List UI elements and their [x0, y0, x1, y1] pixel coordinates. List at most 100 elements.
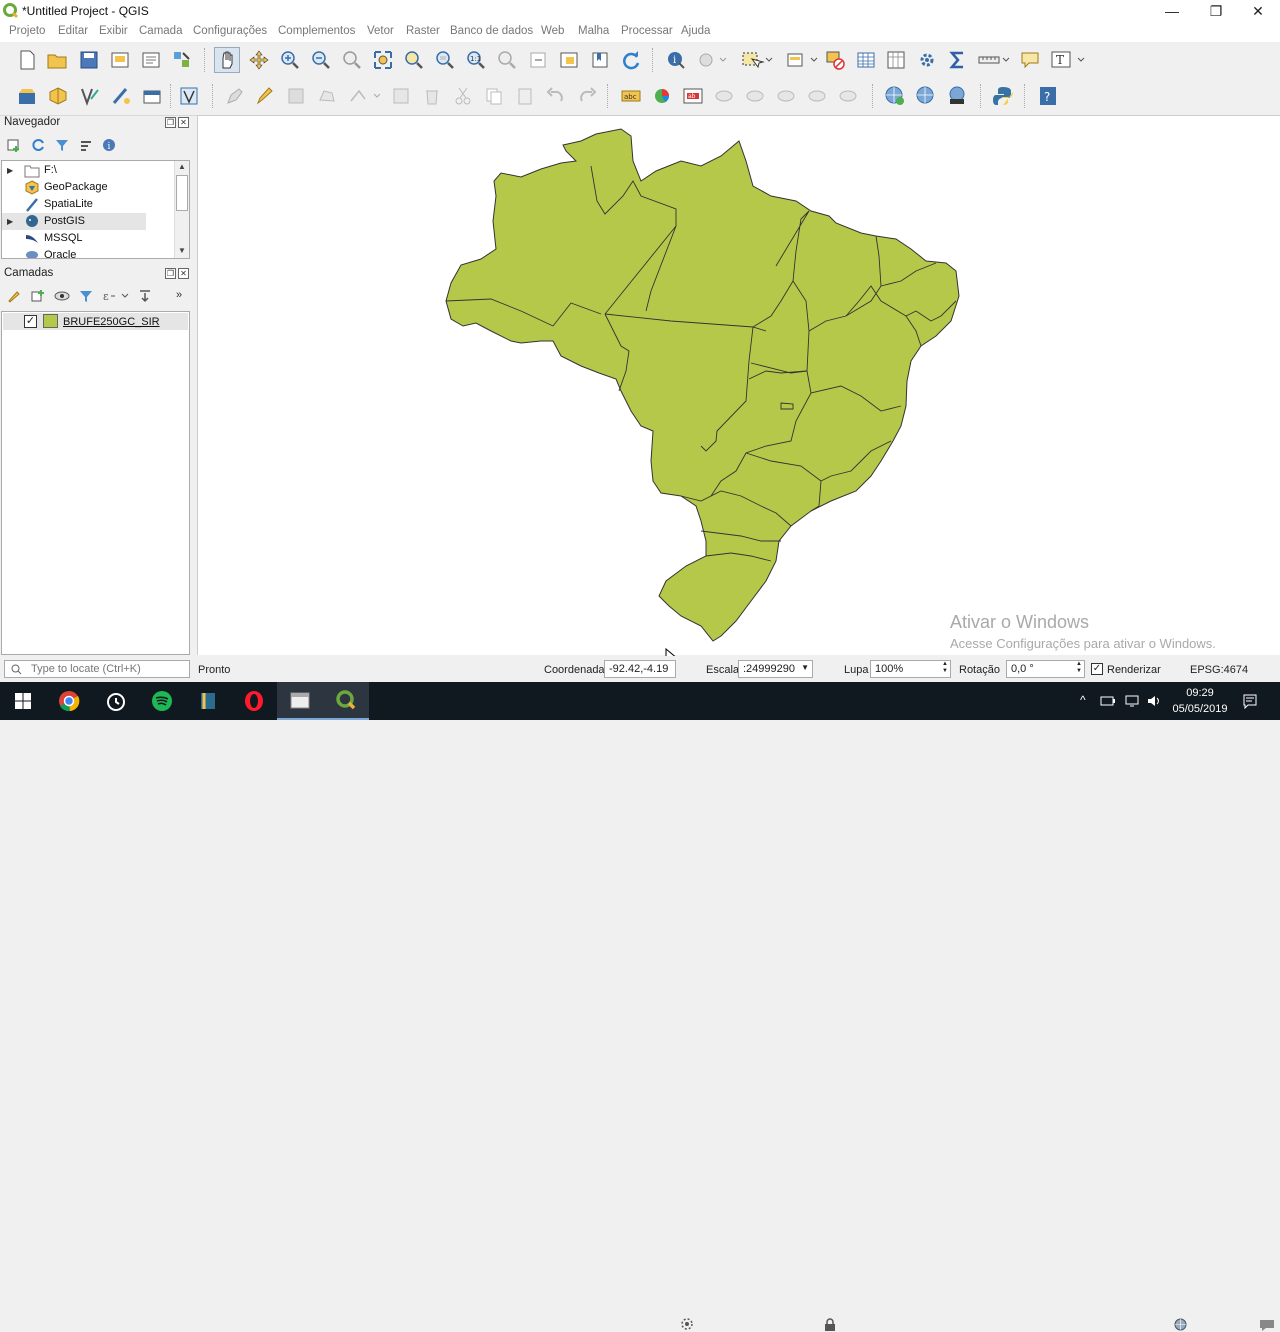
- restore-button[interactable]: ❐: [1194, 0, 1238, 22]
- save-project-icon[interactable]: [76, 47, 102, 73]
- refresh-icon[interactable]: [618, 47, 644, 73]
- lock-scale-icon[interactable]: [824, 1318, 836, 1332]
- more-tools-icon[interactable]: »: [176, 289, 182, 301]
- battery-icon[interactable]: [1100, 694, 1116, 708]
- menu-banco-de-dados[interactable]: Banco de dados: [450, 25, 533, 37]
- menu-camada[interactable]: Camada: [139, 25, 182, 37]
- enable-properties-icon[interactable]: i: [101, 137, 117, 153]
- diagram-options-icon[interactable]: [649, 83, 675, 109]
- scroll-down-icon[interactable]: ▼: [178, 246, 186, 255]
- zoom-native-icon[interactable]: 1:1: [463, 47, 489, 73]
- rotate-label-icon[interactable]: [804, 83, 830, 109]
- clock-app-icon[interactable]: [93, 682, 139, 720]
- tree-item-f-drive[interactable]: ▶ F:\: [2, 162, 146, 179]
- new-project-icon[interactable]: [14, 47, 40, 73]
- collapse-all-icon[interactable]: [78, 137, 94, 153]
- add-polygon-icon[interactable]: [314, 83, 340, 109]
- text-annotation-icon[interactable]: T: [1048, 47, 1090, 73]
- spotify-icon[interactable]: [139, 682, 185, 720]
- menu-raster[interactable]: Raster: [406, 25, 440, 37]
- windows-start-icon[interactable]: [0, 682, 46, 720]
- manage-map-themes-icon[interactable]: [54, 288, 70, 304]
- menu-configuracoes[interactable]: Configurações: [193, 25, 267, 37]
- new-geopackage-icon[interactable]: [45, 83, 71, 109]
- open-layer-styling-icon[interactable]: [6, 288, 22, 304]
- app-icon[interactable]: [185, 682, 231, 720]
- python-console-icon[interactable]: [990, 83, 1016, 109]
- browser-tree[interactable]: ▶ F:\ GeoPackage SpatiaLite ▶ PostGIS MS…: [1, 160, 190, 259]
- add-group-icon[interactable]: [30, 288, 46, 304]
- zoom-last-icon[interactable]: [494, 47, 520, 73]
- undo-icon[interactable]: [543, 83, 569, 109]
- modify-attributes-icon[interactable]: [388, 83, 414, 109]
- open-project-icon[interactable]: [44, 47, 70, 73]
- scale-combobox[interactable]: :24999290 ▼: [738, 660, 813, 678]
- float-panel-button[interactable]: ❐: [165, 268, 176, 279]
- close-panel-button[interactable]: ✕: [178, 268, 189, 279]
- copy-features-icon[interactable]: [481, 83, 507, 109]
- pan-map-icon[interactable]: [214, 47, 240, 73]
- bookmarks-icon[interactable]: [587, 47, 613, 73]
- filter-by-expression-icon[interactable]: ε: [102, 288, 130, 304]
- zoom-to-selection-icon[interactable]: [401, 47, 427, 73]
- brazil-states-map[interactable]: [198, 116, 1280, 656]
- render-checkbox[interactable]: ✓: [1091, 663, 1103, 675]
- paste-features-icon[interactable]: [512, 83, 538, 109]
- add-selected-layers-icon[interactable]: [6, 137, 22, 153]
- show-hidden-icons[interactable]: ^: [1080, 693, 1086, 707]
- magnifier-spinbox[interactable]: 100% ▲ ▼: [870, 660, 951, 678]
- select-by-value-icon[interactable]: [783, 47, 821, 73]
- delete-selected-icon[interactable]: [419, 83, 445, 109]
- menu-vetor[interactable]: Vetor: [367, 25, 394, 37]
- redo-icon[interactable]: [574, 83, 600, 109]
- current-edits-icon[interactable]: [222, 83, 248, 109]
- new-shapefile-icon[interactable]: [77, 83, 103, 109]
- refresh-browser-icon[interactable]: [30, 137, 46, 153]
- label-toolbar-icon[interactable]: abc: [618, 83, 644, 109]
- menu-projeto[interactable]: Projeto: [9, 25, 45, 37]
- close-button[interactable]: ✕: [1236, 0, 1280, 22]
- attribute-table-icon[interactable]: [853, 47, 879, 73]
- move-label-icon[interactable]: [773, 83, 799, 109]
- help-contents-icon[interactable]: ?: [1035, 83, 1061, 109]
- add-virtual-layer-icon[interactable]: [176, 83, 202, 109]
- zoom-full-icon[interactable]: [370, 47, 396, 73]
- new-temporary-layer-icon[interactable]: [139, 83, 165, 109]
- select-features-icon[interactable]: [738, 47, 776, 73]
- tree-item-geopackage[interactable]: GeoPackage: [2, 179, 146, 196]
- expand-arrow-icon[interactable]: ▶: [7, 217, 13, 226]
- menu-processar[interactable]: Processar: [621, 25, 673, 37]
- add-wfs-layer-icon[interactable]: [913, 83, 939, 109]
- deselect-all-icon[interactable]: [822, 47, 848, 73]
- minimize-button[interactable]: —: [1150, 0, 1194, 22]
- statistics-sigma-icon[interactable]: [945, 47, 971, 73]
- filter-browser-icon[interactable]: [54, 137, 70, 153]
- scroll-up-icon[interactable]: ▲: [178, 162, 186, 171]
- map-canvas[interactable]: Ativar o Windows Acesse Configurações pa…: [197, 115, 1280, 667]
- layer-row[interactable]: ✓ BRUFE250GC_SIR: [3, 313, 188, 330]
- coordinate-field[interactable]: -92.42,-4.19: [604, 660, 676, 678]
- toggle-extents-icon[interactable]: [680, 1317, 694, 1331]
- tree-item-oracle[interactable]: Oracle: [2, 247, 146, 258]
- menu-exibir[interactable]: Exibir: [99, 25, 128, 37]
- measure-line-icon[interactable]: [975, 47, 1013, 73]
- taskbar-time[interactable]: 09:29: [1172, 687, 1228, 699]
- crs-button[interactable]: EPSG:4674: [1190, 664, 1248, 676]
- menu-complementos[interactable]: Complementos: [278, 25, 355, 37]
- scrollbar-thumb[interactable]: [176, 175, 188, 211]
- field-calculator-icon[interactable]: [883, 47, 909, 73]
- run-action-icon[interactable]: [694, 47, 732, 73]
- menu-web[interactable]: Web: [541, 25, 564, 37]
- pan-to-selection-icon[interactable]: [246, 47, 272, 73]
- data-source-manager-icon[interactable]: [14, 83, 40, 109]
- identify-features-icon[interactable]: i: [663, 47, 689, 73]
- new-spatialite-icon[interactable]: [108, 83, 134, 109]
- add-wcs-layer-icon[interactable]: [944, 83, 970, 109]
- spin-arrows-icon[interactable]: ▲ ▼: [942, 661, 948, 675]
- qgis-taskbar-icon[interactable]: [323, 682, 369, 720]
- close-panel-button[interactable]: ✕: [178, 117, 189, 128]
- network-icon[interactable]: [1124, 694, 1140, 708]
- toolbox-gear-icon[interactable]: [914, 47, 940, 73]
- layers-tree[interactable]: ✓ BRUFE250GC_SIR: [1, 311, 190, 655]
- expand-arrow-icon[interactable]: ▶: [7, 166, 13, 175]
